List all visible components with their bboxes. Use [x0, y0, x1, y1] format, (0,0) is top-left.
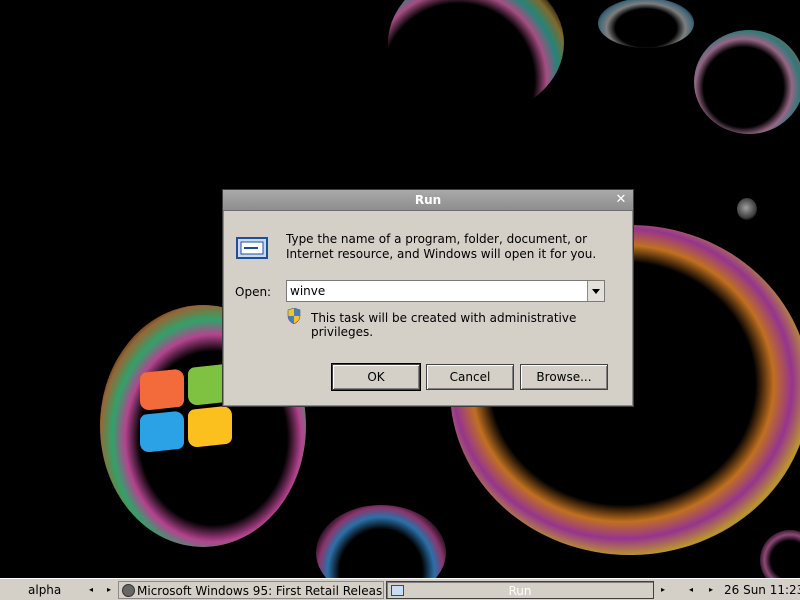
dialog-title: Run	[414, 193, 442, 207]
task-prev-icon[interactable]: ▸	[658, 581, 668, 599]
chevron-down-icon[interactable]	[587, 281, 604, 301]
run-dialog: Run ✕ Type the name of a program, folder…	[222, 189, 634, 407]
taskbar-item-browser[interactable]: Microsoft Windows 95: First Retail Relea…	[118, 581, 384, 599]
open-combobox[interactable]	[286, 280, 605, 302]
browser-icon	[122, 584, 135, 597]
uac-shield-icon	[287, 308, 301, 324]
bubble-decoration	[760, 530, 800, 578]
browse-button[interactable]: Browse...	[520, 364, 608, 390]
close-icon[interactable]: ✕	[614, 192, 628, 208]
open-input[interactable]	[287, 281, 587, 301]
workspace-name[interactable]: alpha	[28, 581, 61, 599]
bubble-decoration	[316, 505, 446, 578]
taskbar-item-run[interactable]: Run	[386, 581, 654, 599]
taskbar: alpha ◂ ▸ Microsoft Windows 95: First Re…	[0, 578, 800, 600]
tray-prev-icon[interactable]: ◂	[686, 581, 696, 599]
open-label: Open:	[235, 285, 272, 299]
tray-next-icon[interactable]: ▸	[706, 581, 716, 599]
bubble-decoration	[737, 198, 757, 220]
title-bar[interactable]: Run ✕	[223, 190, 633, 211]
dialog-description: Type the name of a program, folder, docu…	[286, 232, 597, 261]
bubble-decoration	[694, 30, 800, 134]
bubble-decoration	[598, 0, 694, 48]
cancel-button[interactable]: Cancel	[426, 364, 514, 390]
ok-button[interactable]: OK	[331, 363, 421, 391]
clock[interactable]: 26 Sun 11:23	[724, 581, 800, 599]
admin-privileges-note: This task will be created with administr…	[311, 311, 577, 339]
taskbar-item-label: Microsoft Windows 95: First Retail Relea…	[137, 584, 383, 598]
bubble-decoration	[388, 0, 564, 116]
taskbar-item-label: Run	[508, 584, 532, 598]
run-icon	[236, 237, 268, 259]
workspace-prev-icon[interactable]: ◂	[86, 581, 96, 599]
workspace-next-icon[interactable]: ▸	[104, 581, 114, 599]
